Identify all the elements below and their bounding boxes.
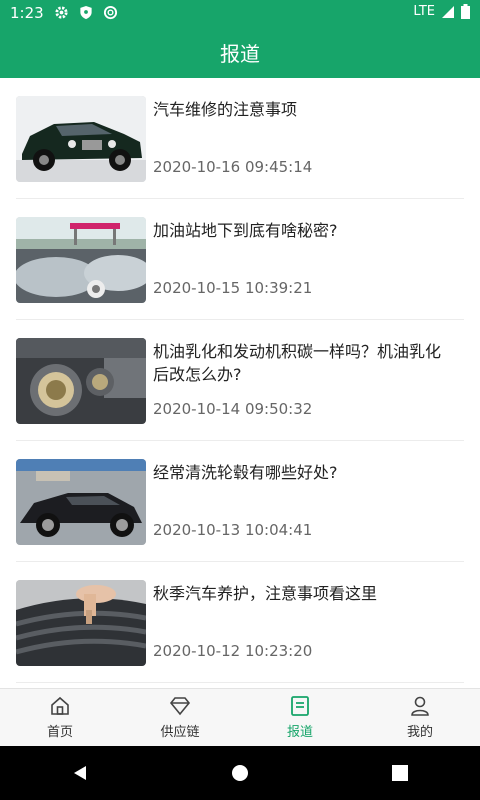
bottom-tab-bar: 首页 供应链 报道 我的 [0, 688, 480, 747]
article-date: 2020-10-14 09:50:32 [153, 400, 313, 418]
list-item[interactable]: 加油站地下到底有啥秘密? 2020-10-15 10:39:21 [16, 199, 464, 320]
tab-label: 我的 [406, 725, 433, 740]
user-icon [411, 696, 429, 716]
back-triangle-icon [74, 766, 86, 780]
article-title: 经常清洗轮毂有哪些好处? [153, 463, 338, 482]
article-date: 2020-10-12 10:23:20 [153, 642, 313, 660]
home-icon [51, 696, 69, 715]
diamond-icon [169, 697, 191, 716]
article-title: 加油站地下到底有啥秘密? [153, 221, 338, 240]
recents-button[interactable] [370, 753, 430, 793]
tab-label: 供应链 [160, 725, 200, 740]
article-date: 2020-10-13 10:04:41 [153, 521, 313, 539]
tab-profile[interactable]: 我的 [360, 689, 480, 747]
page-title: 报道 [220, 41, 260, 66]
tab-reports[interactable]: 报道 [240, 689, 360, 747]
status-bar: 1:23 LTE [0, 0, 480, 26]
list-item[interactable]: 机油乳化和发动机积碳一样吗？机油乳化后改怎么办? 2020-10-14 09:5… [16, 320, 464, 441]
article-thumbnail [16, 338, 146, 424]
system-nav-bar [0, 746, 480, 800]
list-item[interactable]: 汽车维修的注意事项 2020-10-16 09:45:14 [16, 78, 464, 199]
back-button[interactable] [50, 753, 110, 793]
article-thumbnail [16, 580, 146, 666]
home-circle-icon [232, 765, 248, 781]
article-list[interactable]: 汽车维修的注意事项 2020-10-16 09:45:14 加油站地下到底有啥秘… [0, 78, 480, 688]
tab-label: 报道 [286, 725, 313, 740]
sync-icon [103, 5, 118, 20]
report-icon [291, 696, 309, 716]
article-title: 机油乳化和发动机积碳一样吗？机油乳化后改怎么办? [153, 342, 442, 384]
home-button[interactable] [210, 753, 270, 793]
shield-icon [80, 5, 92, 20]
gear-icon [55, 6, 68, 19]
tab-label: 首页 [46, 725, 73, 740]
tab-home[interactable]: 首页 [0, 689, 120, 747]
article-date: 2020-10-15 10:39:21 [153, 279, 313, 297]
article-title: 汽车维修的注意事项 [153, 100, 298, 119]
article-thumbnail [16, 96, 146, 182]
recents-square-icon [392, 765, 408, 781]
battery-icon [461, 4, 470, 19]
status-time: 1:23 [10, 4, 44, 22]
tab-supply-chain[interactable]: 供应链 [120, 689, 240, 747]
network-label: LTE [413, 4, 435, 19]
list-item[interactable]: 秋季汽车养护，注意事项看这里 2020-10-12 10:23:20 [16, 562, 464, 683]
article-date: 2020-10-16 09:45:14 [153, 158, 313, 176]
article-title: 秋季汽车养护，注意事项看这里 [153, 584, 378, 603]
list-item[interactable]: 经常清洗轮毂有哪些好处? 2020-10-13 10:04:41 [16, 441, 464, 562]
signal-icon [442, 5, 454, 18]
article-thumbnail [16, 217, 146, 303]
article-thumbnail [16, 459, 146, 545]
app-bar: 报道 [0, 26, 480, 78]
